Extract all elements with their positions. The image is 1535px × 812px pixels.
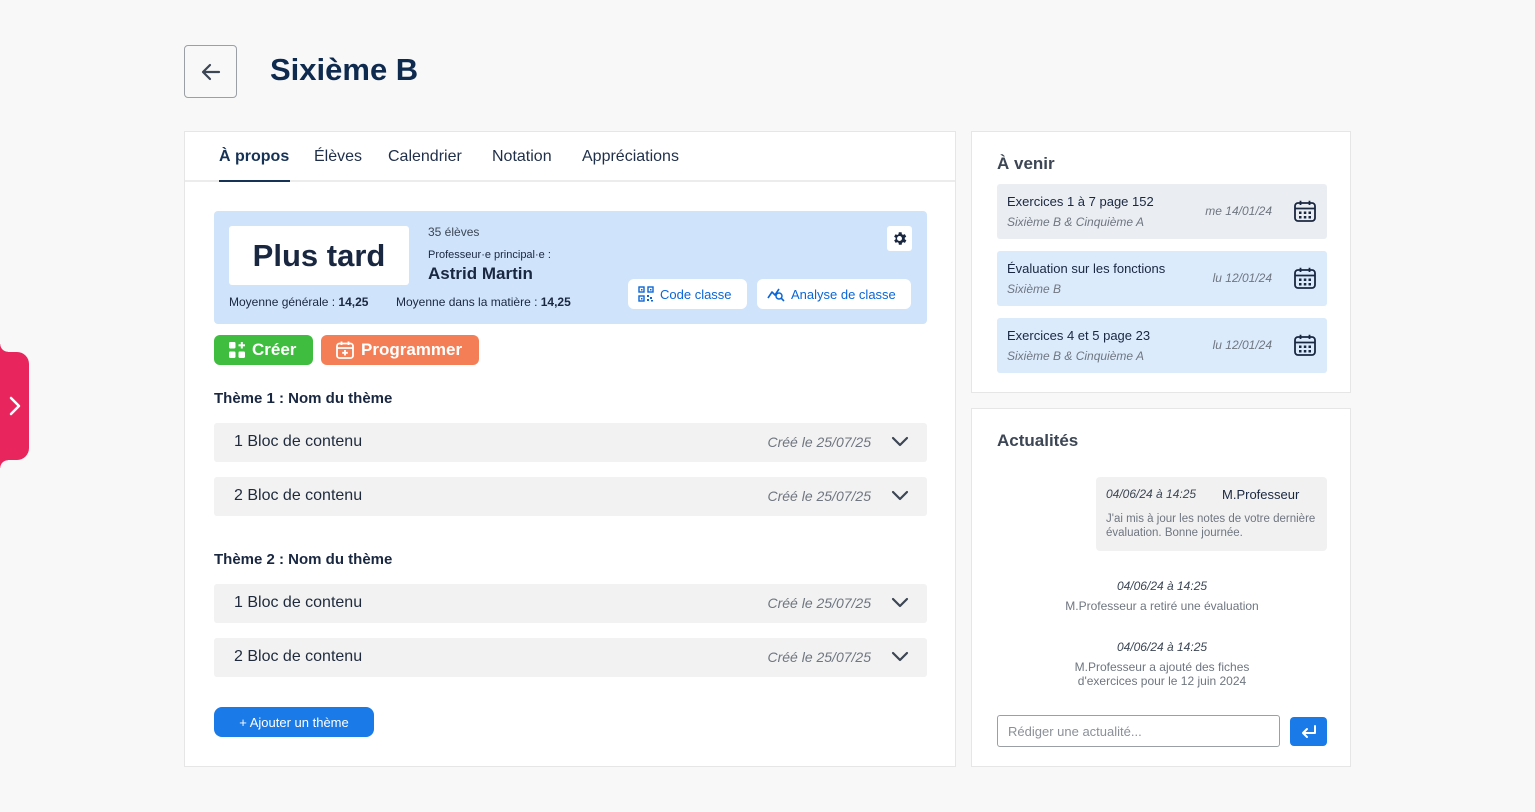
tab-grading[interactable]: Notation — [492, 148, 552, 166]
block-date: Créé le 25/07/25 — [767, 649, 871, 665]
add-grid-icon — [229, 342, 245, 358]
block-label: 2 Bloc de contenu — [234, 487, 363, 504]
block-label: 1 Bloc de contenu — [234, 433, 363, 450]
calendar-icon — [1294, 334, 1316, 356]
settings-button[interactable] — [887, 226, 912, 251]
gear-icon — [894, 232, 907, 245]
news-input[interactable] — [997, 715, 1280, 747]
message-text: J'ai mis à jour les notes de votre derni… — [1106, 513, 1316, 539]
news-card: Actualités 04/06/24 à 14:25 M.Professeur… — [971, 408, 1351, 767]
news-log-entry: 04/06/24 à 14:25 M.Professeur a retiré u… — [997, 579, 1327, 613]
upcoming-card: À venir Exercices 1 à 7 page 152 Sixième… — [971, 131, 1351, 393]
event-title: Évaluation sur les fonctions — [1007, 261, 1166, 276]
calendar-plus-icon — [336, 341, 354, 359]
chevron-down-icon[interactable] — [891, 648, 909, 666]
news-log-entry: 04/06/24 à 14:25 M.Professeur a ajouté d… — [997, 640, 1327, 688]
message-author: M.Professeur — [1222, 487, 1300, 502]
event-date: lu 12/01/24 — [1212, 338, 1272, 352]
active-tab-indicator — [219, 180, 290, 182]
theme-title: Thème 2 : Nom du thème — [214, 551, 393, 568]
program-label: Programmer — [361, 340, 463, 359]
general-average: Moyenne générale : 14,25 — [229, 295, 369, 309]
program-button[interactable]: Programmer — [321, 335, 479, 365]
block-date: Créé le 25/07/25 — [767, 595, 871, 611]
tab-about[interactable]: À propos — [219, 148, 289, 166]
create-label: Créer — [252, 340, 297, 359]
tab-calendar[interactable]: Calendrier — [388, 148, 462, 166]
event-title: Exercices 4 et 5 page 23 — [1007, 328, 1151, 343]
subject-average: Moyenne dans la matière : 14,25 — [396, 295, 571, 309]
event-classes: Sixième B & Cinquième A — [1007, 215, 1144, 229]
event-date: me 14/01/24 — [1205, 204, 1272, 218]
theme-title: Thème 1 : Nom du thème — [214, 390, 393, 407]
class-code-button[interactable]: Code classe — [628, 279, 747, 309]
upcoming-title: À venir — [997, 154, 1055, 173]
main-card: À propos Élèves Calendrier Notation Appr… — [184, 131, 956, 767]
main-teacher-name: Astrid Martin — [428, 264, 533, 283]
content-block[interactable]: 1 Bloc de contenu Créé le 25/07/25 — [214, 584, 927, 623]
log-time: 04/06/24 à 14:25 — [1116, 579, 1208, 593]
enter-icon — [1301, 724, 1316, 738]
send-button[interactable] — [1290, 717, 1327, 746]
analysis-icon — [767, 288, 785, 302]
calendar-icon — [1294, 267, 1316, 289]
content-block[interactable]: 2 Bloc de contenu Créé le 25/07/25 — [214, 477, 927, 516]
block-date: Créé le 25/07/25 — [767, 488, 871, 504]
event-classes: Sixième B — [1007, 282, 1062, 296]
upcoming-item[interactable]: Exercices 1 à 7 page 152 Sixième B & Cin… — [997, 184, 1327, 239]
tab-students[interactable]: Élèves — [314, 148, 362, 166]
class-analysis-label: Analyse de classe — [791, 286, 896, 302]
upcoming-item[interactable]: Exercices 4 et 5 page 23 Sixième B & Cin… — [997, 318, 1327, 373]
tab-bar: À propos Élèves Calendrier Notation Appr… — [185, 132, 955, 182]
student-count: 35 élèves — [428, 225, 480, 239]
event-title: Exercices 1 à 7 page 152 — [1007, 194, 1154, 209]
chevron-down-icon[interactable] — [891, 594, 909, 612]
event-date: lu 12/01/24 — [1212, 271, 1272, 285]
tab-appreciations[interactable]: Appréciations — [582, 148, 679, 166]
qr-code-icon — [638, 286, 654, 302]
add-theme-button[interactable]: + Ajouter un thème — [214, 707, 374, 737]
news-message: 04/06/24 à 14:25 M.Professeur J'ai mis à… — [1096, 477, 1327, 551]
log-text: M.Professeur a retiré une évaluation — [1065, 599, 1259, 613]
class-info-panel: Plus tard 35 élèves Professeur·e princip… — [214, 211, 927, 324]
sidebar-toggle[interactable] — [0, 344, 29, 468]
block-label: 2 Bloc de contenu — [234, 648, 363, 665]
block-date: Créé le 25/07/25 — [767, 434, 871, 450]
arrow-left-icon — [201, 63, 220, 80]
calendar-icon — [1294, 200, 1316, 222]
log-time: 04/06/24 à 14:25 — [1116, 640, 1208, 654]
log-text: M.Professeur a ajouté des fiches d'exerc… — [1074, 660, 1250, 688]
chevron-right-icon — [9, 396, 20, 416]
content-block[interactable]: 2 Bloc de contenu Créé le 25/07/25 — [214, 638, 927, 677]
main-teacher-label: Professeur·e principal·e : — [428, 249, 551, 261]
class-code-label: Code classe — [660, 286, 732, 302]
news-title: Actualités — [997, 431, 1079, 450]
event-classes: Sixième B & Cinquième A — [1007, 349, 1144, 363]
block-label: 1 Bloc de contenu — [234, 594, 363, 611]
upcoming-item[interactable]: Évaluation sur les fonctions Sixième B l… — [997, 251, 1327, 306]
back-button[interactable] — [184, 45, 237, 98]
content-block[interactable]: 1 Bloc de contenu Créé le 25/07/25 — [214, 423, 927, 462]
page-title: Sixième B — [270, 52, 419, 87]
grade-display: Plus tard — [229, 226, 409, 285]
create-button[interactable]: Créer — [214, 335, 313, 365]
chevron-down-icon[interactable] — [891, 433, 909, 451]
chevron-down-icon[interactable] — [891, 487, 909, 505]
class-analysis-button[interactable]: Analyse de classe — [757, 279, 911, 309]
message-time: 04/06/24 à 14:25 — [1106, 487, 1197, 501]
